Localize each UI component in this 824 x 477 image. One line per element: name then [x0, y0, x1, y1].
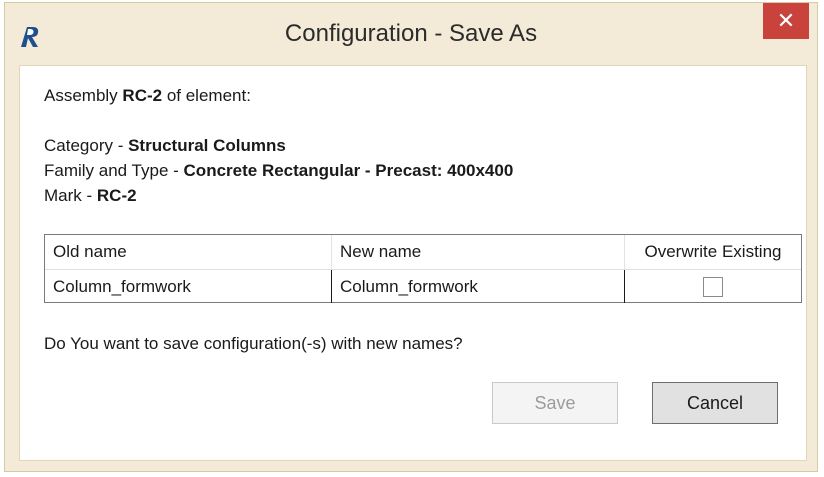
mark-line: Mark - RC-2: [44, 186, 137, 206]
family-type-value: Concrete Rectangular - Precast: 400x400: [183, 161, 514, 180]
cancel-button[interactable]: Cancel: [652, 382, 778, 424]
table-header: Old name New name Overwrite Existing: [45, 235, 801, 269]
table-row: Column_formwork Column_formwork: [45, 269, 801, 303]
assembly-line: Assembly RC-2 of element:: [44, 86, 251, 106]
assembly-prefix: Assembly: [44, 86, 123, 105]
category-value: Structural Columns: [128, 136, 286, 155]
dialog-title: Configuration - Save As: [284, 20, 538, 47]
header-overwrite-existing[interactable]: Overwrite Existing: [625, 235, 801, 269]
mark-value: RC-2: [96, 186, 137, 205]
assembly-value: RC-2: [122, 86, 163, 105]
header-new-name[interactable]: New name: [332, 235, 625, 269]
save-button[interactable]: Save: [492, 382, 618, 424]
save-as-dialog: Configuration - Save As ✕ Assembly RC-2 …: [4, 2, 818, 472]
category-line: Category - Structural Columns: [44, 136, 286, 156]
dialog-content: Assembly RC-2 of element: Category - Str…: [19, 65, 807, 461]
title-bar[interactable]: Configuration - Save As ✕: [5, 3, 817, 65]
family-type-line: Family and Type - Concrete Rectangular -…: [44, 161, 513, 181]
new-name-cell[interactable]: Column_formwork: [332, 270, 625, 303]
mark-label: Mark -: [44, 186, 97, 205]
overwrite-cell: [625, 270, 801, 303]
overwrite-checkbox[interactable]: [703, 276, 723, 297]
header-old-name[interactable]: Old name: [45, 235, 332, 269]
category-label: Category -: [44, 136, 129, 155]
confirmation-question: Do You want to save configuration(-s) wi…: [44, 334, 463, 353]
family-type-label: Family and Type -: [44, 161, 184, 180]
assembly-suffix: of element:: [162, 86, 251, 105]
rename-table: Old name New name Overwrite Existing Col…: [44, 234, 802, 303]
close-icon: ✕: [776, 8, 796, 33]
close-button[interactable]: ✕: [763, 3, 809, 39]
old-name-cell: Column_formwork: [45, 270, 332, 303]
